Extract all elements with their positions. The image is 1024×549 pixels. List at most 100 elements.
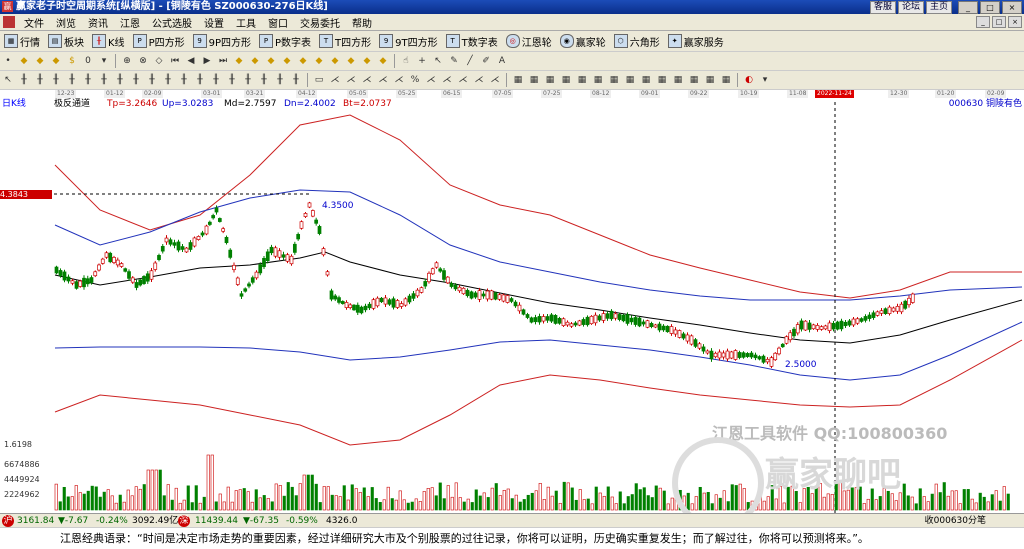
diamond-icon[interactable]: ◆ bbox=[345, 55, 357, 67]
menu-news[interactable]: 资讯 bbox=[82, 15, 114, 30]
menu-file[interactable]: 文件 bbox=[18, 15, 50, 30]
table-icon[interactable]: ▦ bbox=[512, 74, 524, 86]
diamond-icon[interactable]: ◆ bbox=[18, 55, 30, 67]
toolbar-t-table-button[interactable]: T T数字表 bbox=[442, 34, 502, 49]
menu-gann[interactable]: 江恩 bbox=[114, 15, 146, 30]
chevron-down-icon[interactable]: ▾ bbox=[98, 55, 110, 67]
first-page-icon[interactable]: ⏮ bbox=[169, 55, 181, 67]
diamond-icon[interactable]: ◆ bbox=[377, 55, 389, 67]
line-icon[interactable]: ╱ bbox=[464, 55, 476, 67]
menu-browse[interactable]: 浏览 bbox=[50, 15, 82, 30]
text-icon[interactable]: A bbox=[496, 55, 508, 67]
fan-icon[interactable]: ⋌ bbox=[345, 74, 357, 86]
table-icon[interactable]: ▦ bbox=[576, 74, 588, 86]
table-icon[interactable]: ▦ bbox=[688, 74, 700, 86]
fan-icon[interactable]: ⋌ bbox=[425, 74, 437, 86]
toolbar-p-table-button[interactable]: P P数字表 bbox=[255, 34, 315, 49]
fan-icon[interactable]: ⋌ bbox=[329, 74, 341, 86]
chevron-down-icon[interactable]: ▾ bbox=[759, 74, 771, 86]
link-forum[interactable]: 论坛 bbox=[897, 1, 924, 14]
toolbar-hexagon-button[interactable]: ⬡ 六角形 bbox=[610, 34, 664, 49]
cursor-icon[interactable]: ↖ bbox=[2, 74, 14, 86]
link-home[interactable]: 主页 bbox=[925, 1, 952, 14]
grid-icon[interactable]: ╫ bbox=[258, 74, 270, 86]
grid-icon[interactable]: ╫ bbox=[82, 74, 94, 86]
toolbar-gann-wheel-button[interactable]: ◎ 江恩轮 bbox=[502, 34, 556, 49]
grid-icon[interactable]: ╫ bbox=[274, 74, 286, 86]
fan-icon[interactable]: ⋌ bbox=[361, 74, 373, 86]
hand-icon[interactable]: ☝ bbox=[400, 55, 412, 67]
diamond-icon[interactable]: ◆ bbox=[313, 55, 325, 67]
table-icon[interactable]: ▦ bbox=[608, 74, 620, 86]
color-wheel-icon[interactable]: ◐ bbox=[743, 74, 755, 86]
toolbar-p-square-button[interactable]: P P四方形 bbox=[129, 34, 189, 49]
grid-icon[interactable]: ╫ bbox=[290, 74, 302, 86]
crosshair-icon[interactable]: + bbox=[416, 55, 428, 67]
grid-icon[interactable]: ╫ bbox=[146, 74, 158, 86]
grid-icon[interactable]: ╫ bbox=[242, 74, 254, 86]
table-icon[interactable]: ▦ bbox=[528, 74, 540, 86]
grid-icon[interactable]: ╫ bbox=[130, 74, 142, 86]
table-icon[interactable]: ▦ bbox=[544, 74, 556, 86]
fan-icon[interactable]: ⋌ bbox=[377, 74, 389, 86]
last-page-icon[interactable]: ⏭ bbox=[217, 55, 229, 67]
diamond-icon[interactable]: ◆ bbox=[249, 55, 261, 67]
grid-icon[interactable]: ╫ bbox=[226, 74, 238, 86]
fan-icon[interactable]: ⋌ bbox=[489, 74, 501, 86]
menu-help[interactable]: 帮助 bbox=[346, 15, 378, 30]
diamond-icon[interactable]: ◆ bbox=[297, 55, 309, 67]
shape-icon[interactable]: ◇ bbox=[153, 55, 165, 67]
toolbar-9t-square-button[interactable]: 9 9T四方形 bbox=[375, 34, 441, 49]
fan-icon[interactable]: ⋌ bbox=[457, 74, 469, 86]
toolbar-kline-button[interactable]: ╫ K线 bbox=[88, 34, 129, 49]
toolbar-service-button[interactable]: ✦ 赢家服务 bbox=[664, 34, 728, 49]
table-icon[interactable]: ▦ bbox=[672, 74, 684, 86]
link-support[interactable]: 客服 bbox=[869, 1, 896, 14]
toolbar-9p-square-button[interactable]: 9 9P四方形 bbox=[189, 34, 255, 49]
pen-icon[interactable]: ✎ bbox=[448, 55, 460, 67]
percent-icon[interactable]: % bbox=[409, 74, 421, 86]
grid-icon[interactable]: ╫ bbox=[66, 74, 78, 86]
menu-trade[interactable]: 交易委托 bbox=[294, 15, 346, 30]
menu-tools[interactable]: 工具 bbox=[230, 15, 262, 30]
table-icon[interactable]: ▦ bbox=[560, 74, 572, 86]
tag-icon[interactable]: ⊗ bbox=[137, 55, 149, 67]
prev-icon[interactable]: ◀ bbox=[185, 55, 197, 67]
toolbar-quote-button[interactable]: ▦ 行情 bbox=[0, 34, 44, 49]
fan-icon[interactable]: ⋌ bbox=[473, 74, 485, 86]
table-icon[interactable]: ▦ bbox=[720, 74, 732, 86]
diamond-icon[interactable]: ◆ bbox=[361, 55, 373, 67]
table-icon[interactable]: ▦ bbox=[640, 74, 652, 86]
grid-icon[interactable]: ╫ bbox=[98, 74, 110, 86]
child-close-icon[interactable]: × bbox=[1008, 16, 1022, 28]
table-icon[interactable]: ▦ bbox=[592, 74, 604, 86]
grid-icon[interactable]: ╫ bbox=[178, 74, 190, 86]
menu-formula[interactable]: 公式选股 bbox=[146, 15, 198, 30]
child-restore-icon[interactable]: □ bbox=[992, 16, 1006, 28]
toolbar-winner-wheel-button[interactable]: ◉ 赢家轮 bbox=[556, 34, 610, 49]
diamond-icon[interactable]: ◆ bbox=[265, 55, 277, 67]
diamond-icon[interactable]: ◆ bbox=[34, 55, 46, 67]
fan-icon[interactable]: ⋌ bbox=[441, 74, 453, 86]
close-button[interactable]: × bbox=[1002, 1, 1022, 14]
diamond-icon[interactable]: ◆ bbox=[329, 55, 341, 67]
table-icon[interactable]: ▦ bbox=[624, 74, 636, 86]
maximize-button[interactable]: □ bbox=[980, 1, 1000, 14]
app-menu-icon[interactable] bbox=[3, 16, 15, 28]
toolbar-t-square-button[interactable]: T T四方形 bbox=[315, 34, 375, 49]
grid-icon[interactable]: ╫ bbox=[114, 74, 126, 86]
minimize-button[interactable]: _ bbox=[958, 1, 978, 14]
grid-icon[interactable]: ╫ bbox=[50, 74, 62, 86]
dollar-icon[interactable]: $ bbox=[66, 55, 78, 67]
number-icon[interactable]: 0 bbox=[82, 55, 94, 67]
grid-icon[interactable]: ╫ bbox=[162, 74, 174, 86]
grid-icon[interactable]: ╫ bbox=[194, 74, 206, 86]
diamond-icon[interactable]: ◆ bbox=[233, 55, 245, 67]
diamond-icon[interactable]: ◆ bbox=[281, 55, 293, 67]
diamond-icon[interactable]: ◆ bbox=[50, 55, 62, 67]
box-icon[interactable]: ▭ bbox=[313, 74, 325, 86]
edit-icon[interactable]: ✐ bbox=[480, 55, 492, 67]
arrow-icon[interactable]: ↖ bbox=[432, 55, 444, 67]
grid-icon[interactable]: ╫ bbox=[18, 74, 30, 86]
dot-icon[interactable]: • bbox=[2, 55, 14, 67]
